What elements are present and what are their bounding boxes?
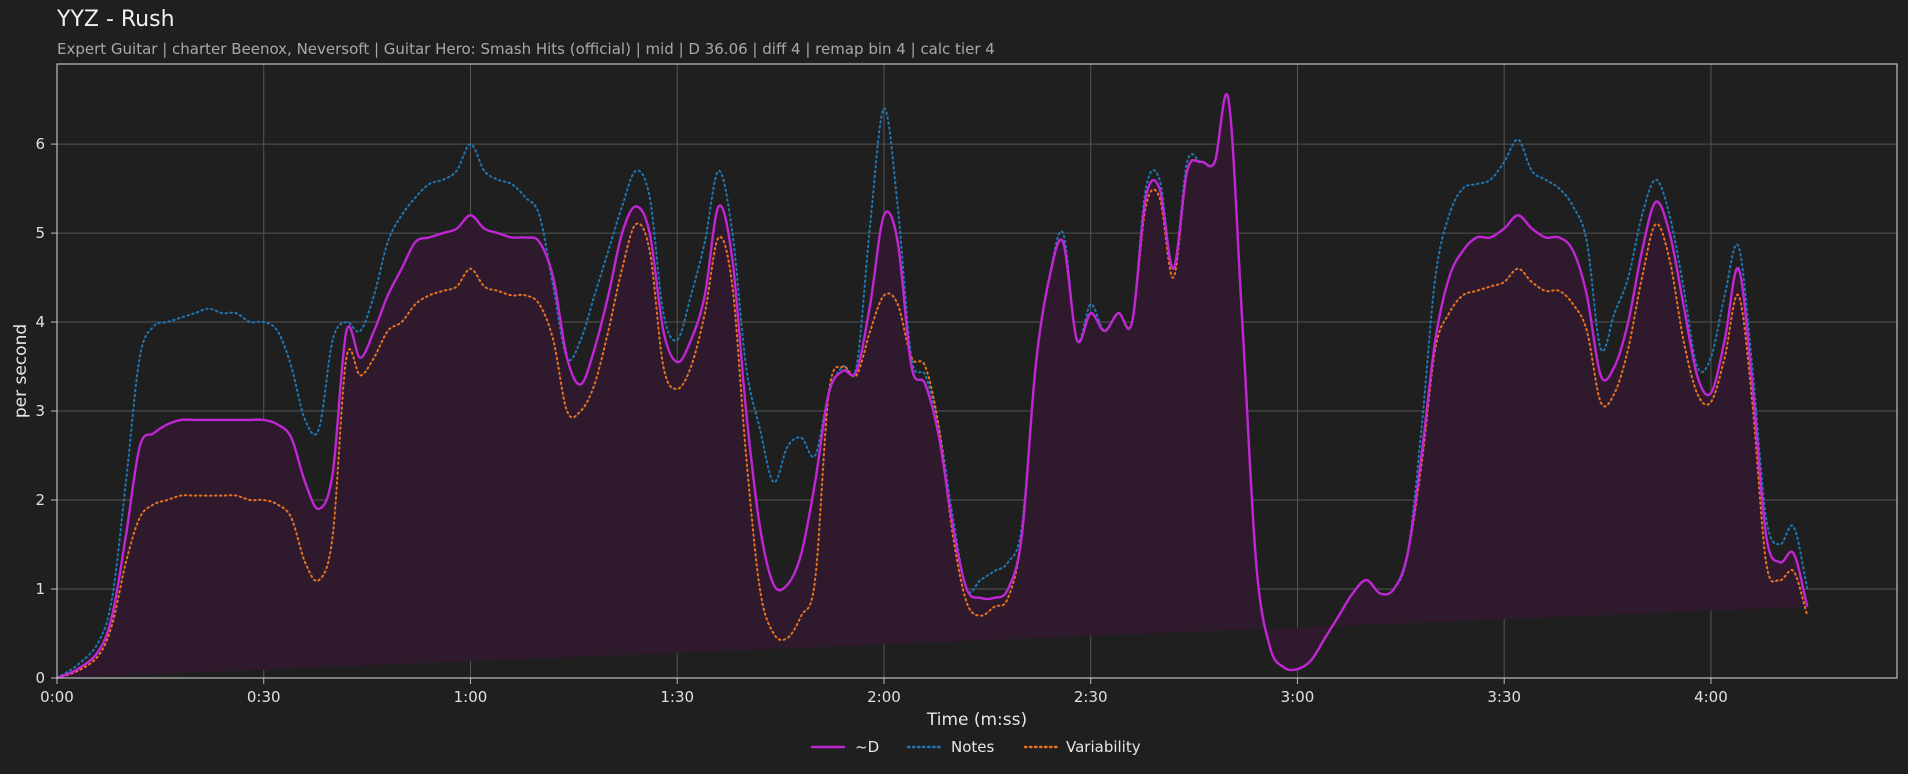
y-tick-label: 5 xyxy=(35,224,45,242)
x-tick-label: 0:30 xyxy=(247,688,281,706)
y-tick-label: 3 xyxy=(35,402,45,420)
x-tick-label: 4:00 xyxy=(1694,688,1728,706)
y-tick-label: 6 xyxy=(35,135,45,153)
x-tick-label: 3:00 xyxy=(1281,688,1315,706)
legend-label: Variability xyxy=(1066,738,1141,756)
y-axis-label: per second xyxy=(11,324,31,418)
legend: ~D Notes Variability xyxy=(810,738,1141,756)
y-axis-ticks: 0 1 2 3 4 5 6 xyxy=(35,135,57,687)
y-tick-label: 2 xyxy=(35,491,45,509)
per-second-line-chart: 0:00 0:30 1:00 1:30 2:00 2:30 3:00 3:30 4:00 0 1 2… xyxy=(11,63,1898,756)
x-tick-label: 0:00 xyxy=(40,688,74,706)
x-tick-label: 2:30 xyxy=(1074,688,1108,706)
x-axis-ticks: 0:00 0:30 1:00 1:30 2:00 2:30 3:00 3:30 4:00 xyxy=(40,678,1728,706)
x-tick-label: 1:30 xyxy=(660,688,694,706)
x-axis-label: Time (m:ss) xyxy=(926,710,1027,730)
y-tick-label: 1 xyxy=(35,580,45,598)
y-tick-label: 4 xyxy=(35,313,45,331)
x-tick-label: 2:00 xyxy=(867,688,901,706)
x-tick-label: 3:30 xyxy=(1487,688,1521,706)
legend-label: ~D xyxy=(855,738,879,756)
x-tick-label: 1:00 xyxy=(454,688,488,706)
y-tick-label: 0 xyxy=(35,669,45,687)
legend-label: Notes xyxy=(951,738,995,756)
